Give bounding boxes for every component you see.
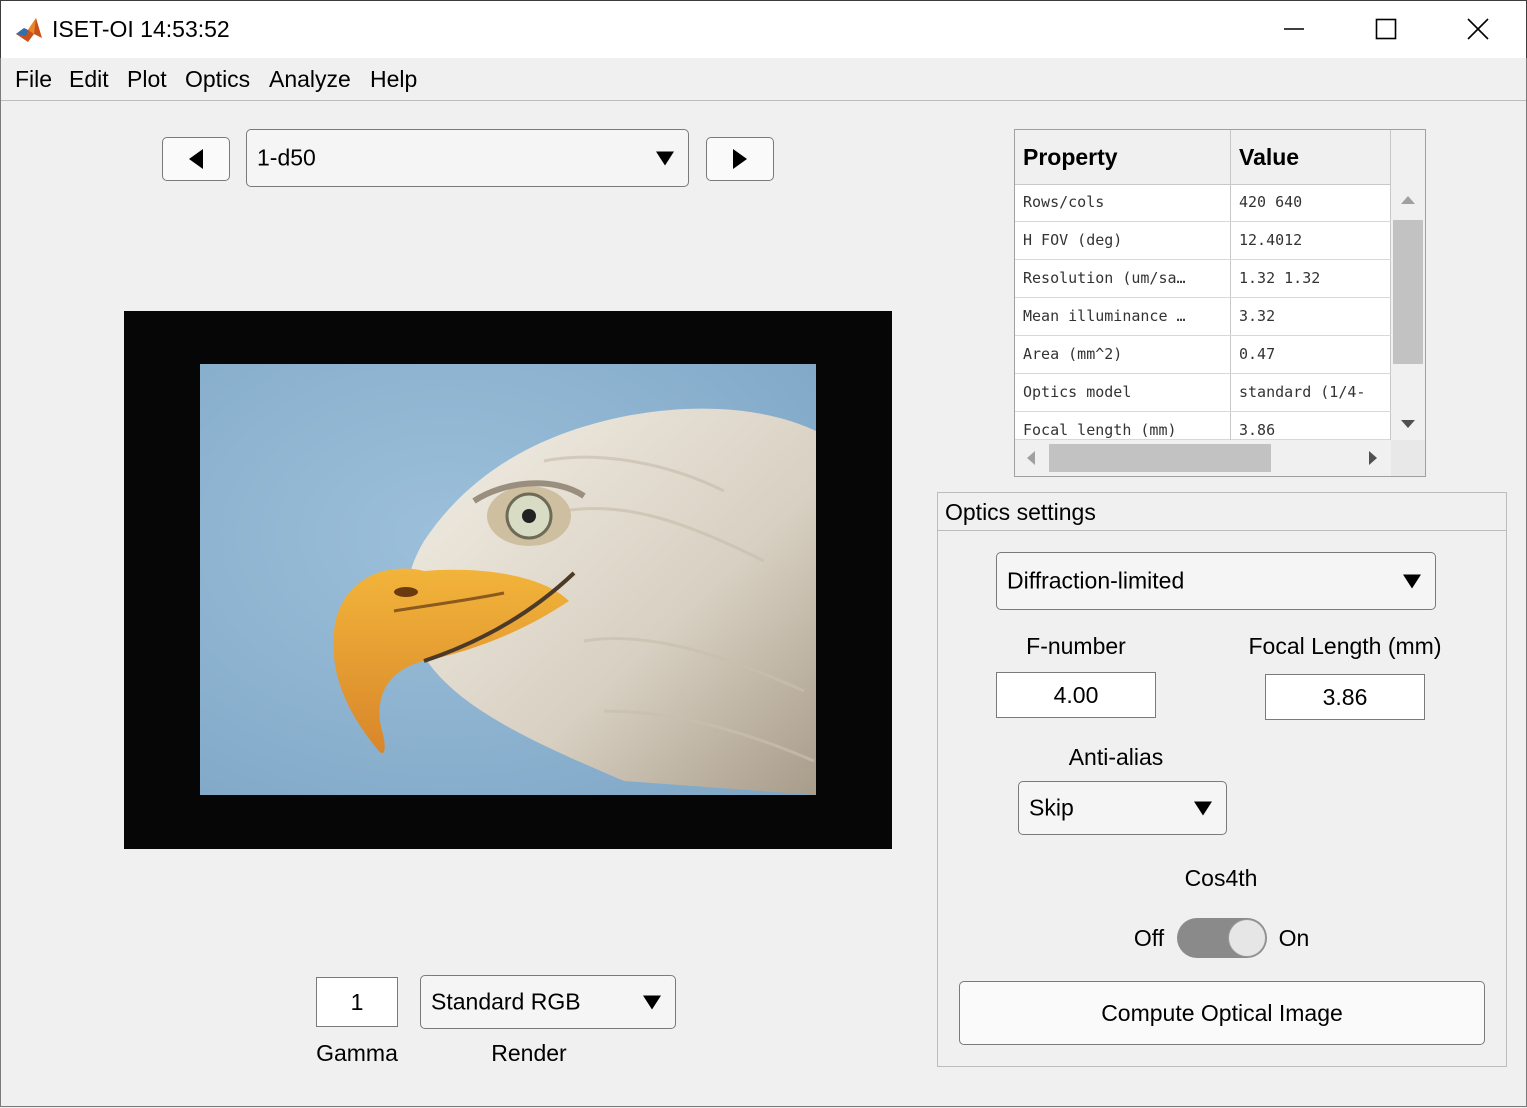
vertical-scrollbar[interactable] bbox=[1391, 184, 1425, 440]
antialias-dropdown[interactable]: Skip bbox=[1018, 781, 1227, 835]
maximize-icon bbox=[1375, 18, 1397, 40]
triangle-left-icon bbox=[189, 149, 203, 169]
antialias-value: Skip bbox=[1029, 794, 1074, 821]
table-cell: Rows/cols bbox=[1015, 184, 1231, 221]
menu-plot[interactable]: Plot bbox=[127, 66, 167, 93]
panel-title: Optics settings bbox=[938, 493, 1506, 531]
compute-button-label: Compute Optical Image bbox=[1101, 999, 1343, 1026]
chevron-down-icon bbox=[1194, 795, 1212, 822]
menu-help[interactable]: Help bbox=[370, 66, 417, 93]
eagle-image bbox=[200, 364, 816, 795]
chevron-down-icon bbox=[643, 989, 661, 1016]
menu-bar: File Edit Plot Optics Analyze Help bbox=[1, 58, 1526, 101]
properties-table[interactable]: Property Value Rows/cols 420 640 H FOV (… bbox=[1014, 129, 1426, 477]
cos4th-off-label: Off bbox=[1133, 925, 1165, 951]
matlab-icon bbox=[14, 16, 44, 44]
table-cell: Resolution (um/sa… bbox=[1015, 260, 1231, 297]
fnumber-label: F-number bbox=[1026, 633, 1126, 659]
fnumber-input[interactable]: 4.00 bbox=[996, 672, 1156, 718]
optics-model-value: Diffraction-limited bbox=[1007, 567, 1185, 594]
table-cell: H FOV (deg) bbox=[1015, 222, 1231, 259]
scroll-left-icon[interactable] bbox=[1027, 451, 1035, 465]
table-row[interactable]: Area (mm^2) 0.47 bbox=[1015, 336, 1391, 374]
menu-file[interactable]: File bbox=[15, 66, 52, 93]
vertical-scroll-thumb[interactable] bbox=[1393, 220, 1423, 364]
table-cell: Optics model bbox=[1015, 374, 1231, 411]
previous-button[interactable] bbox=[162, 137, 230, 181]
table-cell: Focal length (mm) bbox=[1015, 412, 1231, 440]
render-value: Standard RGB bbox=[431, 988, 581, 1015]
minimize-button[interactable] bbox=[1274, 12, 1314, 46]
compute-optical-image-button[interactable]: Compute Optical Image bbox=[959, 981, 1485, 1045]
table-cell: 12.4012 bbox=[1231, 222, 1391, 259]
table-cell: 3.32 bbox=[1231, 298, 1391, 335]
horizontal-scrollbar[interactable] bbox=[1015, 440, 1391, 476]
table-cell: 3.86 bbox=[1231, 412, 1391, 440]
close-icon bbox=[1467, 18, 1489, 40]
table-cell: Area (mm^2) bbox=[1015, 336, 1231, 373]
triangle-right-icon bbox=[733, 149, 747, 169]
column-header-property[interactable]: Property bbox=[1015, 130, 1231, 184]
menu-edit[interactable]: Edit bbox=[69, 66, 109, 93]
table-header: Property Value bbox=[1015, 130, 1425, 185]
scroll-up-icon[interactable] bbox=[1401, 196, 1415, 204]
column-header-value[interactable]: Value bbox=[1231, 130, 1391, 184]
menu-optics[interactable]: Optics bbox=[185, 66, 250, 93]
table-row[interactable]: Optics model standard (1/4- bbox=[1015, 374, 1391, 412]
minimize-icon bbox=[1284, 28, 1304, 30]
table-cell: 420 640 bbox=[1231, 184, 1391, 221]
focal-length-input[interactable]: 3.86 bbox=[1265, 674, 1425, 720]
table-row[interactable]: Mean illuminance … 3.32 bbox=[1015, 298, 1391, 336]
render-label: Render bbox=[491, 1040, 567, 1066]
table-row[interactable]: Focal length (mm) 3.86 bbox=[1015, 412, 1391, 440]
chevron-down-icon bbox=[656, 145, 674, 172]
table-row[interactable]: Resolution (um/sa… 1.32 1.32 bbox=[1015, 260, 1391, 298]
gamma-label: Gamma bbox=[316, 1040, 398, 1066]
render-dropdown[interactable]: Standard RGB bbox=[420, 975, 676, 1029]
table-row[interactable]: Rows/cols 420 640 bbox=[1015, 184, 1391, 222]
close-button[interactable] bbox=[1458, 12, 1498, 46]
table-row[interactable]: H FOV (deg) 12.4012 bbox=[1015, 222, 1391, 260]
table-cell: 1.32 1.32 bbox=[1231, 260, 1391, 297]
window-title: ISET-OI 14:53:52 bbox=[52, 16, 230, 42]
oi-selector-value: 1-d50 bbox=[257, 144, 316, 171]
scrollbar-corner bbox=[1391, 440, 1425, 476]
focal-length-label: Focal Length (mm) bbox=[1248, 633, 1442, 659]
gamma-input[interactable]: 1 bbox=[316, 977, 398, 1027]
maximize-button[interactable] bbox=[1366, 12, 1406, 46]
table-cell: Mean illuminance … bbox=[1015, 298, 1231, 335]
optics-model-dropdown[interactable]: Diffraction-limited bbox=[996, 552, 1436, 610]
scroll-right-icon[interactable] bbox=[1369, 451, 1377, 465]
chevron-down-icon bbox=[1403, 568, 1421, 595]
cos4th-toggle[interactable] bbox=[1177, 918, 1267, 958]
table-cell: standard (1/4- bbox=[1231, 374, 1391, 411]
oi-selector-dropdown[interactable]: 1-d50 bbox=[246, 129, 689, 187]
toggle-knob bbox=[1228, 919, 1266, 957]
horizontal-scroll-thumb[interactable] bbox=[1049, 444, 1271, 472]
next-button[interactable] bbox=[706, 137, 774, 181]
cos4th-on-label: On bbox=[1278, 925, 1310, 951]
optical-image-display[interactable] bbox=[124, 311, 892, 849]
scroll-down-icon[interactable] bbox=[1401, 420, 1415, 428]
cos4th-label: Cos4th bbox=[1184, 865, 1258, 891]
antialias-label: Anti-alias bbox=[1068, 744, 1164, 770]
menu-analyze[interactable]: Analyze bbox=[269, 66, 351, 93]
table-cell: 0.47 bbox=[1231, 336, 1391, 373]
